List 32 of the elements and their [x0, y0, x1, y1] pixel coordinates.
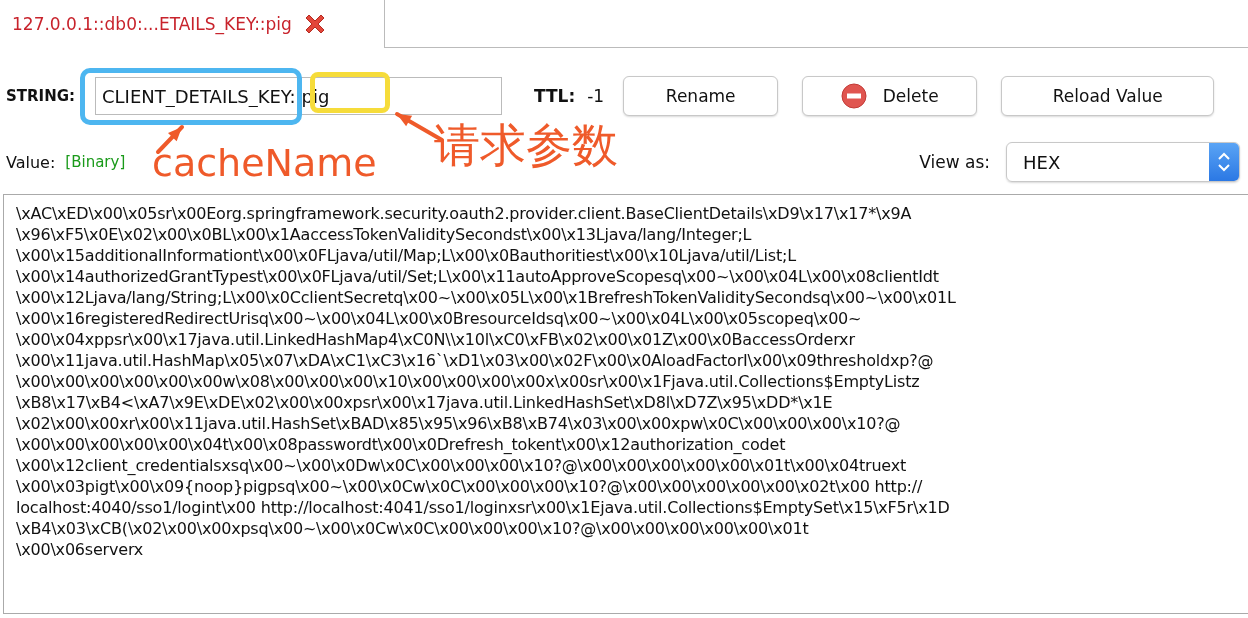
value-text-line: \x02\x00\x00xr\x00\x11java.util.HashSet\xBAD\x85\x95\x96\xB8\xB74\x03\x00\x00xpw\x0C\x00\x00\x00\x10?@	[16, 413, 902, 434]
ttl-label: TTL:	[534, 86, 576, 106]
format-label: [Binary]	[65, 153, 126, 171]
view-as-label: View as:	[919, 152, 990, 172]
delete-button[interactable]: Delete	[802, 76, 978, 116]
annotation-text: 请求参数	[434, 122, 618, 168]
action-button[interactable]: Rename	[623, 76, 779, 116]
annotation-text: cacheName	[152, 144, 377, 182]
value-text-line: \x00\x11java.util.HashMap\x05\x07\xDA\xC1\xC3\x16`\xD1\x03\x00\x02F\x00\x0AloadFactorI\x00\x09thresholdxp?@	[16, 350, 935, 371]
value-text-line: \x00\x03pigt\x00\x09{noop}pigpsq\x00~\x00\x0Cw\x0C\x00\x00\x00\x10?@\x00\x00\x00\x00\x00\x02t\x00 http://	[16, 476, 924, 497]
ttl-value: -1	[587, 86, 606, 106]
action-button[interactable]: Reload Value	[1001, 76, 1215, 116]
value-text-line: \x00\x12client_credentialsxsq\x00~\x00\x0Dw\x0C\x00\x00\x00\x10?@\x00\x00\x00\x00\x00\x01t\x00\x04truext	[16, 455, 908, 476]
value-text-line: \xB8\x17\xB4<\xA7\x9E\xDE\x02\x00\x00xpsr\x00\x17java.util.LinkedHashSet\xD8l\xD7Z\x95\xDD*\x1E	[16, 392, 834, 413]
value-text-area[interactable]	[3, 194, 1248, 614]
value-text-line: \x00\x15additionalInformationt\x00\x0FLjava/util/Map;L\x00\x0Bauthoritiest\x00\x10Ljava/util/List;L	[16, 245, 797, 266]
value-text-line: \x00\x06serverx	[16, 539, 145, 560]
value-text-line: \x00\x00\x00\x00\x00\x04t\x00\x08passwordt\x00\x0Drefresh_tokent\x00\x12authorization_codet	[16, 434, 787, 455]
value-label: Value:	[6, 152, 56, 172]
value-text-line: \xAC\xED\x00\x05sr\x00Eorg.springframework.security.oauth2.provider.client.BaseClientDetails\xD9\x17\x17*\x9A	[16, 203, 913, 224]
up-down-icon	[1217, 151, 1231, 173]
value-text-line: \x00\x14authorizedGrantTypest\x00\x0FLjava/util/Set;L\x00\x11autoApproveScopesq\x00~\x00\x04L\x00\x08clientIdt	[16, 266, 940, 287]
value-text-line: \x00\x04xppsr\x00\x17java.util.LinkedHashMap4\xC0N\\x10l\xC0\xFB\x02\x00\x01Z\x00\x0BaccessOrderxr	[16, 329, 856, 350]
value-text-line: localhost:4040/sso1/logint\x00 http://localhost:4041/sso1/loginxsr\x00\x1Ejava.util.Collections$EmptySet\x15\xF5r\x1D	[16, 497, 951, 518]
value-text-line: \x96\xF5\x0E\x02\x00\x0BL\x00\x1AaccessTokenValiditySecondst\x00\x13Ljava/lang/Integer;L	[16, 224, 753, 245]
value-text-line: \x00\x00\x00\x00\x00\x00w\x08\x00\x00\x00\x10\x00\x00\x00\x00x\x00sr\x00\x1Fjava.util.Collections$EmptyListz	[16, 371, 921, 392]
value-text-line: \x00\x12Ljava/lang/String;L\x00\x0CclientSecretq\x00~\x00\x05L\x00\x1BrefreshTokenValiditySecondsq\x00~\x00\x01L	[16, 287, 957, 308]
minus-circle-icon	[840, 83, 867, 109]
value-text-line: \xB4\x03\xCB(\x02\x00\x00xpsq\x00~\x00\x0Cw\x0C\x00\x00\x00\x10?@\x00\x00\x00\x00\x00\x01t	[16, 518, 810, 539]
view-as-dropdown[interactable]: HEX	[1006, 142, 1240, 182]
value-text-line: \x00\x16registeredRedirectUrisq\x00~\x00\x04L\x00\x0BresourceIdsq\x00~\x00\x04L\x00\x05scopeq\x00~	[16, 308, 863, 329]
key-type-label: STRING:	[6, 87, 77, 105]
